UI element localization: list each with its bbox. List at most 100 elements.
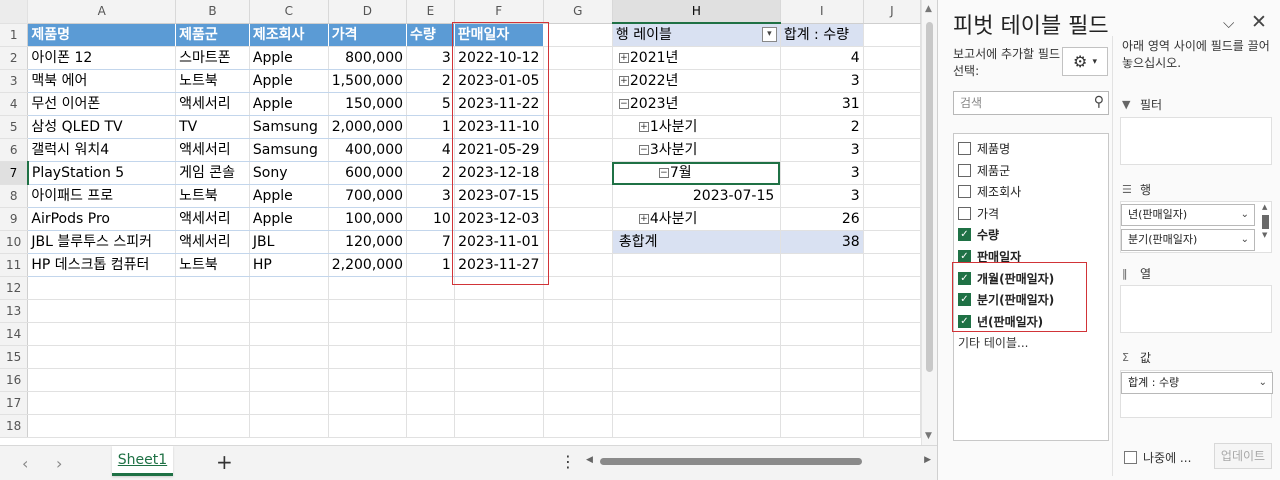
field-item[interactable]: ✓ 개월(판매일자)	[958, 268, 1054, 289]
table-header-cell[interactable]: 수량	[406, 23, 455, 47]
pane-options-chevron-icon[interactable]: ⌵	[1223, 14, 1234, 32]
table-cell[interactable]: 2021-05-29	[454, 138, 544, 162]
pivot-row-label[interactable]: +2021년	[612, 46, 781, 70]
empty-cell[interactable]	[249, 299, 329, 323]
table-cell[interactable]: 7	[406, 230, 455, 254]
empty-cell[interactable]	[863, 345, 921, 369]
column-header-h[interactable]: H	[612, 0, 781, 24]
expand-icon[interactable]: +	[638, 214, 649, 224]
table-cell[interactable]: 삼성 QLED TV	[27, 115, 177, 139]
table-cell[interactable]: Apple	[249, 69, 329, 93]
vertical-scroll-thumb[interactable]	[926, 22, 933, 372]
empty-cell[interactable]	[175, 322, 250, 346]
scroll-down-arrow-icon[interactable]: ▼	[1262, 231, 1267, 239]
empty-cell[interactable]	[863, 138, 921, 162]
empty-cell[interactable]	[543, 115, 613, 139]
sheet-tab-sheet1[interactable]: Sheet1	[112, 446, 173, 476]
empty-cell[interactable]	[27, 368, 177, 392]
empty-cell[interactable]	[612, 391, 781, 415]
chevron-down-icon[interactable]: ⌄	[1259, 373, 1267, 393]
row-header[interactable]: 4	[0, 92, 29, 116]
row-header[interactable]: 17	[0, 391, 29, 415]
select-all-corner[interactable]	[0, 0, 29, 24]
table-cell[interactable]: 2	[406, 69, 455, 93]
pivot-row-label[interactable]: −2023년	[612, 92, 781, 116]
column-header-c[interactable]: C	[249, 0, 329, 24]
table-cell[interactable]: Apple	[249, 92, 329, 116]
checkbox-icon[interactable]	[958, 185, 971, 199]
collapse-icon[interactable]: −	[658, 168, 669, 178]
column-header-a[interactable]: A	[27, 0, 177, 24]
empty-cell[interactable]	[543, 23, 613, 47]
row-header[interactable]: 14	[0, 322, 29, 346]
empty-cell[interactable]	[249, 276, 329, 300]
vertical-scrollbar[interactable]: ▲ ▼	[921, 0, 937, 445]
empty-cell[interactable]	[543, 207, 613, 231]
empty-cell[interactable]	[454, 299, 544, 323]
pivot-grand-total-label[interactable]: 총합계	[612, 230, 781, 254]
expand-icon[interactable]: +	[618, 53, 629, 63]
row-header[interactable]: 13	[0, 299, 29, 323]
table-cell[interactable]: 노트북	[175, 253, 250, 277]
table-cell[interactable]: 100,000	[328, 207, 408, 231]
pivot-value[interactable]: 3	[780, 138, 864, 162]
pivot-row-label[interactable]: 2023-07-15	[612, 184, 781, 208]
empty-cell[interactable]	[780, 253, 864, 277]
empty-cell[interactable]	[780, 368, 864, 392]
empty-cell[interactable]	[249, 345, 329, 369]
field-item[interactable]: ✓ 수량	[958, 224, 999, 245]
empty-cell[interactable]	[454, 322, 544, 346]
table-cell[interactable]: 1	[406, 253, 455, 277]
empty-cell[interactable]	[543, 46, 613, 70]
pivot-row-label[interactable]: −3사분기	[612, 138, 781, 162]
checked-checkbox-icon[interactable]: ✓	[958, 271, 971, 285]
empty-cell[interactable]	[612, 276, 781, 300]
empty-cell[interactable]	[612, 414, 781, 438]
row-header[interactable]: 18	[0, 414, 29, 438]
table-cell[interactable]: PlayStation 5	[27, 161, 177, 185]
empty-cell[interactable]	[863, 414, 921, 438]
table-cell[interactable]: 2023-12-03	[454, 207, 544, 231]
empty-cell[interactable]	[454, 368, 544, 392]
table-cell[interactable]: 노트북	[175, 184, 250, 208]
row-field-year[interactable]: 년(판매일자) ⌄	[1121, 204, 1255, 226]
table-cell[interactable]: 2,200,000	[328, 253, 408, 277]
column-header-e[interactable]: E	[406, 0, 455, 24]
table-cell[interactable]: Apple	[249, 207, 329, 231]
table-cell[interactable]: Sony	[249, 161, 329, 185]
checkbox-icon[interactable]	[958, 142, 971, 155]
horizontal-scrollbar[interactable]: ◀ ▶	[582, 454, 937, 470]
empty-cell[interactable]	[863, 161, 921, 185]
table-cell[interactable]: 800,000	[328, 46, 408, 70]
table-cell[interactable]: 1	[406, 115, 455, 139]
field-item[interactable]: 제품군	[958, 160, 1010, 181]
empty-cell[interactable]	[543, 69, 613, 93]
empty-cell[interactable]	[863, 115, 921, 139]
row-header[interactable]: 2	[0, 46, 29, 70]
pivot-value[interactable]: 3	[780, 161, 864, 185]
table-cell[interactable]: 스마트폰	[175, 46, 250, 70]
empty-cell[interactable]	[780, 276, 864, 300]
update-button[interactable]: 업데이트	[1214, 443, 1272, 469]
table-cell[interactable]: 4	[406, 138, 455, 162]
row-header[interactable]: 9	[0, 207, 29, 231]
empty-cell[interactable]	[406, 368, 455, 392]
empty-cell[interactable]	[27, 276, 177, 300]
empty-cell[interactable]	[863, 230, 921, 254]
table-cell[interactable]: 맥북 에어	[27, 69, 177, 93]
table-cell[interactable]: 게임 콘솔	[175, 161, 250, 185]
empty-cell[interactable]	[863, 69, 921, 93]
table-cell[interactable]: 2023-01-05	[454, 69, 544, 93]
table-cell[interactable]: 갤럭시 워치4	[27, 138, 177, 162]
next-sheet-icon[interactable]: ›	[56, 454, 62, 473]
table-cell[interactable]: 5	[406, 92, 455, 116]
table-cell[interactable]: 150,000	[328, 92, 408, 116]
table-cell[interactable]: 2022-10-12	[454, 46, 544, 70]
checked-checkbox-icon[interactable]: ✓	[958, 250, 971, 263]
table-cell[interactable]: 액세서리	[175, 92, 250, 116]
pivot-row-label[interactable]: +4사분기	[612, 207, 781, 231]
empty-cell[interactable]	[543, 299, 613, 323]
empty-cell[interactable]	[175, 391, 250, 415]
table-cell[interactable]: 아이패드 프로	[27, 184, 177, 208]
scroll-down-arrow-icon[interactable]: ▼	[925, 431, 932, 441]
